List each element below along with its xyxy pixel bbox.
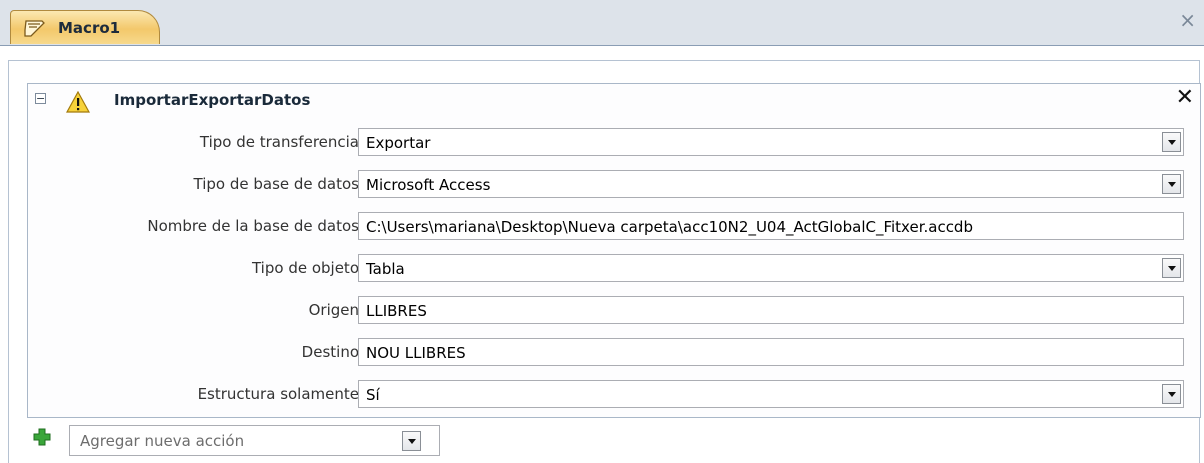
tab-label: Macro1	[58, 19, 121, 37]
argument-value: NOU LLIBRES	[366, 344, 466, 362]
tab-macro1[interactable]: Macro1	[10, 10, 160, 44]
argument-row: Origen LLIBRES	[28, 296, 1200, 324]
argument-value: Sí	[366, 386, 380, 404]
argument-label: Tipo de objeto	[251, 259, 359, 277]
chevron-down-icon[interactable]	[1162, 132, 1181, 152]
collapse-icon[interactable]: −	[35, 93, 46, 104]
object-type-select[interactable]: Tabla	[358, 254, 1184, 282]
action-name: ImportarExportarDatos	[114, 91, 311, 109]
argument-label: Tipo de base de datos	[193, 175, 359, 193]
argument-label: Tipo de transferencia	[199, 133, 359, 151]
argument-value: Microsoft Access	[366, 176, 491, 194]
chevron-down-icon[interactable]	[402, 431, 421, 451]
argument-row: Tipo de objeto Tabla	[28, 254, 1200, 282]
argument-label: Nombre de la base de datos	[147, 217, 359, 235]
close-tab-icon[interactable]: ×	[1179, 10, 1196, 30]
argument-row: Tipo de transferencia Exportar	[28, 128, 1200, 156]
destination-field[interactable]: NOU LLIBRES	[358, 338, 1184, 366]
plus-icon	[33, 428, 51, 446]
argument-value: C:\Users\mariana\Desktop\Nueva carpeta\a…	[366, 218, 973, 236]
argument-value: Tabla	[366, 260, 405, 278]
argument-label: Destino	[301, 343, 359, 361]
argument-row: Estructura solamente Sí	[28, 380, 1200, 408]
argument-row: Nombre de la base de datos C:\Users\mari…	[28, 212, 1200, 240]
warning-icon	[66, 91, 90, 113]
chevron-down-icon[interactable]	[1162, 384, 1181, 404]
source-field[interactable]: LLIBRES	[358, 296, 1184, 324]
remove-action-icon[interactable]: ✕	[1176, 87, 1194, 109]
database-type-select[interactable]: Microsoft Access	[358, 170, 1184, 198]
document-tab-strip: Macro1 ×	[0, 0, 1204, 46]
argument-row: Tipo de base de datos Microsoft Access	[28, 170, 1200, 198]
add-new-action-placeholder: Agregar nueva acción	[80, 432, 245, 450]
argument-label: Estructura solamente	[197, 385, 359, 403]
add-new-action-combobox[interactable]: Agregar nueva acción	[69, 425, 440, 456]
structure-only-select[interactable]: Sí	[358, 380, 1184, 408]
chevron-down-icon[interactable]	[1162, 174, 1181, 194]
action-block: − ImportarExportarDatos ✕ Tipo de transf…	[27, 83, 1201, 418]
argument-value: LLIBRES	[366, 302, 427, 320]
chevron-down-icon[interactable]	[1162, 258, 1181, 278]
transfer-type-select[interactable]: Exportar	[358, 128, 1184, 156]
argument-label: Origen	[308, 301, 359, 319]
macro-icon	[24, 20, 45, 37]
database-name-field[interactable]: C:\Users\mariana\Desktop\Nueva carpeta\a…	[358, 212, 1184, 240]
argument-value: Exportar	[366, 134, 431, 152]
argument-row: Destino NOU LLIBRES	[28, 338, 1200, 366]
